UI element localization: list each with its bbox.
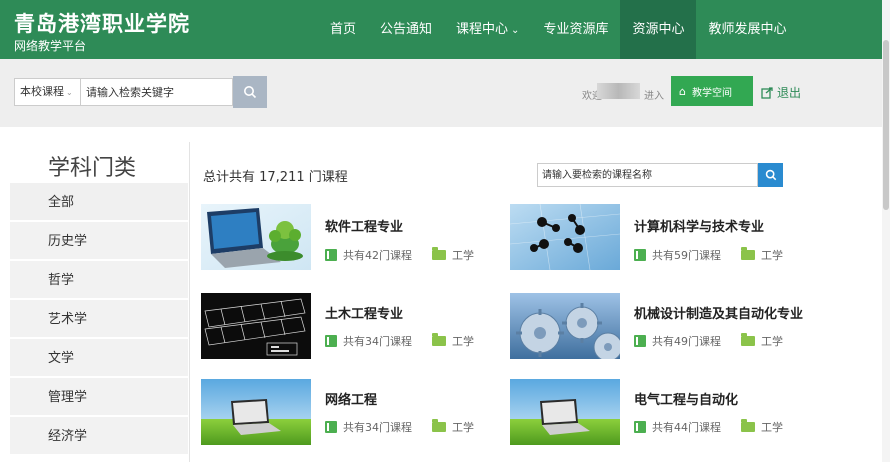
sidebar-item-art[interactable]: 艺术学	[10, 300, 188, 339]
sidebar-item-history[interactable]: 历史学	[10, 222, 188, 261]
course-count: 共有49门课程	[652, 335, 721, 348]
sidebar-item-economics[interactable]: 经济学	[10, 417, 188, 456]
course-meta: 共有34门课程 工学	[325, 333, 474, 349]
sidebar-item-literature[interactable]: 文学	[10, 339, 188, 378]
course-name[interactable]: 机械设计制造及其自动化专业	[634, 303, 803, 322]
keyword-search-button[interactable]	[233, 76, 267, 108]
sidebar-item-management[interactable]: 管理学	[10, 378, 188, 417]
course-name[interactable]: 软件工程专业	[325, 216, 403, 235]
course-category: 工学	[452, 249, 474, 262]
folder-icon	[432, 247, 446, 260]
course-meta: 共有44门课程 工学	[634, 419, 783, 435]
course-scope-select[interactable]: 本校课程 ⌄	[14, 78, 80, 106]
nav-course-center[interactable]: 课程中心 ⌄	[444, 0, 531, 59]
folder-icon	[432, 419, 446, 432]
course-scope-value: 本校课程	[20, 85, 64, 98]
laptop-plant-image	[201, 204, 311, 270]
course-count: 共有59门课程	[652, 249, 721, 262]
logout-icon	[761, 86, 773, 99]
nav-teacher-dev-label: 教师发展中心	[708, 22, 787, 37]
folder-icon	[741, 247, 755, 260]
nav-home-label: 首页	[330, 22, 357, 37]
cad-blueprint-image	[201, 293, 311, 359]
top-header: 青岛港湾职业学院 网络教学平台 首页 公告通知 课程中心 ⌄ 专业资源库 资源中心…	[0, 0, 882, 59]
nav-major-library-label: 专业资源库	[543, 22, 609, 37]
nav-notices-label: 公告通知	[380, 22, 433, 37]
enter-text: 进入	[644, 91, 664, 102]
sidebar-item-all[interactable]: 全部	[10, 183, 188, 222]
folder-icon	[432, 333, 446, 346]
course-search-button[interactable]	[758, 163, 783, 187]
course-meta: 共有49门课程 工学	[634, 333, 783, 349]
username-redacted	[597, 83, 640, 99]
course-thumbnail[interactable]	[201, 379, 311, 445]
course-name[interactable]: 网络工程	[325, 389, 377, 408]
platform-name: 网络教学平台	[14, 39, 87, 53]
course-category: 工学	[452, 421, 474, 434]
school-name[interactable]: 青岛港湾职业学院	[14, 8, 190, 38]
course-name[interactable]: 计算机科学与技术专业	[634, 216, 764, 235]
total-course-count: 总计共有 17,211 门课程	[203, 170, 348, 185]
course-thumbnail[interactable]	[510, 293, 620, 359]
nav-major-library[interactable]: 专业资源库	[531, 0, 620, 59]
course-count: 共有42门课程	[343, 249, 412, 262]
course-thumbnail[interactable]	[510, 379, 620, 445]
logout-link[interactable]: 退出	[761, 84, 801, 101]
teaching-space-button[interactable]: ⌂ 教学空间	[671, 76, 753, 106]
teaching-space-label: 教学空间	[691, 87, 732, 99]
book-icon	[634, 421, 646, 433]
course-meta: 共有59门课程 工学	[634, 247, 783, 263]
course-category: 工学	[761, 335, 783, 348]
gears-image	[510, 293, 620, 359]
book-icon	[325, 249, 337, 261]
course-thumbnail[interactable]	[201, 204, 311, 270]
nav-course-center-label: 课程中心	[456, 22, 509, 37]
course-name[interactable]: 电气工程与自动化	[634, 389, 738, 408]
home-icon: ⌂	[679, 84, 686, 98]
nav-resource-center-label: 资源中心	[632, 22, 685, 37]
course-meta: 共有42门课程 工学	[325, 247, 474, 263]
book-icon	[634, 249, 646, 261]
main-nav: 首页 公告通知 课程中心 ⌄ 专业资源库 资源中心 教师发展中心	[318, 0, 798, 59]
course-category: 工学	[761, 421, 783, 434]
logout-label: 退出	[777, 86, 802, 100]
course-name[interactable]: 土木工程专业	[325, 303, 403, 322]
course-thumbnail[interactable]	[510, 204, 620, 270]
course-meta: 共有34门课程 工学	[325, 419, 474, 435]
keyword-search-input[interactable]	[80, 78, 233, 106]
laptop-grass-image	[201, 379, 311, 445]
search-icon	[244, 86, 257, 99]
book-icon	[325, 335, 337, 347]
course-count: 共有34门课程	[343, 335, 412, 348]
nav-resource-center[interactable]: 资源中心	[620, 0, 697, 59]
folder-icon	[741, 419, 755, 432]
course-count: 共有34门课程	[343, 421, 412, 434]
nav-notices[interactable]: 公告通知	[368, 0, 444, 59]
scrollbar-thumb[interactable]	[883, 40, 889, 210]
folder-icon	[741, 333, 755, 346]
sidebar-title: 学科门类	[48, 156, 137, 181]
network-nodes-image	[510, 204, 620, 270]
nav-home[interactable]: 首页	[318, 0, 368, 59]
sidebar-item-philosophy[interactable]: 哲学	[10, 261, 188, 300]
course-count: 共有44门课程	[652, 421, 721, 434]
book-icon	[634, 335, 646, 347]
course-thumbnail[interactable]	[201, 293, 311, 359]
course-category: 工学	[761, 249, 783, 262]
subject-category-list: 全部 历史学 哲学 艺术学 文学 管理学 经济学	[10, 183, 188, 456]
course-category: 工学	[452, 335, 474, 348]
divider	[189, 142, 190, 462]
book-icon	[325, 421, 337, 433]
chevron-down-icon: ⌄	[511, 25, 520, 36]
chevron-down-icon: ⌄	[66, 88, 73, 97]
nav-teacher-dev[interactable]: 教师发展中心	[696, 0, 798, 59]
laptop-grass-image	[510, 379, 620, 445]
search-icon	[765, 169, 776, 181]
course-name-search-input[interactable]	[537, 163, 758, 187]
